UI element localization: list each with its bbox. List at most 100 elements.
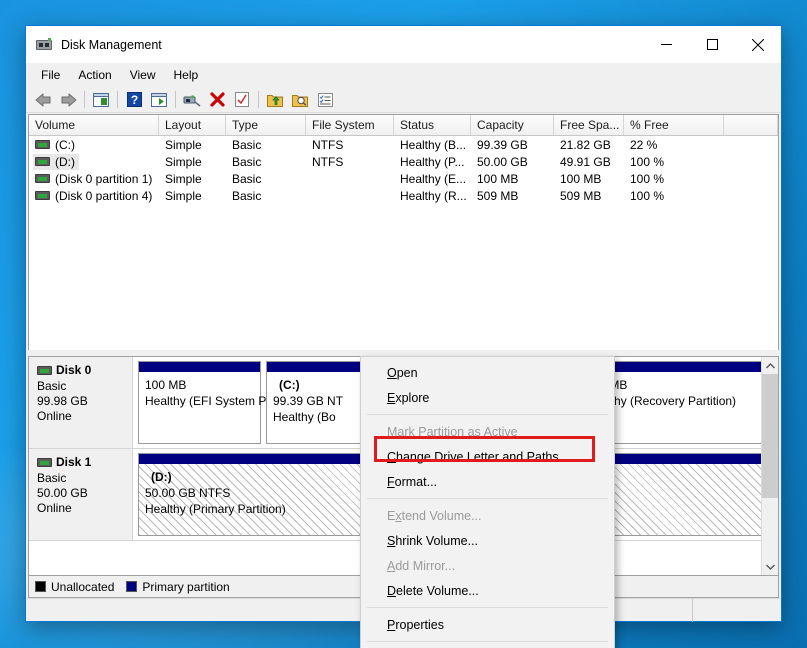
legend-label-primary-partition: Primary partition bbox=[142, 579, 230, 594]
help-icon[interactable]: ? bbox=[122, 89, 146, 111]
disk-title: Disk 1 bbox=[37, 455, 132, 469]
toolbar-separator bbox=[175, 91, 176, 108]
disk-icon bbox=[37, 365, 52, 375]
menu-item-explore[interactable]: Explore bbox=[361, 385, 614, 410]
column-header-filler[interactable] bbox=[724, 115, 778, 135]
disk-type: Basic bbox=[37, 379, 67, 393]
cell-layout: Simple bbox=[165, 154, 202, 169]
column-header-status[interactable]: Status bbox=[394, 115, 471, 135]
title-bar[interactable]: Disk Management bbox=[26, 26, 781, 63]
menu-item-add-mirror[interactable]: Add Mirror... bbox=[361, 553, 614, 578]
cell-type: Basic bbox=[232, 137, 262, 152]
properties-icon[interactable] bbox=[230, 89, 254, 111]
disk-title: Disk 0 bbox=[37, 363, 132, 377]
cell-status: Healthy (R... bbox=[400, 188, 467, 203]
legend-swatch-unallocated bbox=[35, 581, 46, 592]
legend-item-unallocated: Unallocated bbox=[35, 580, 114, 594]
volume-list[interactable]: Volume Layout Type File System Status Ca… bbox=[28, 114, 779, 350]
disk-name: Disk 0 bbox=[56, 363, 92, 377]
cell-type: Basic bbox=[232, 171, 262, 186]
cell-layout: Simple bbox=[165, 171, 202, 186]
menu-help[interactable]: Help bbox=[165, 65, 208, 85]
rescan-disks-icon[interactable] bbox=[180, 89, 204, 111]
disk-type: Basic bbox=[37, 471, 67, 485]
menu-separator bbox=[367, 641, 608, 642]
menu-item-properties[interactable]: Properties bbox=[361, 612, 614, 637]
volume-icon bbox=[35, 174, 50, 183]
menu-item-open[interactable]: Open bbox=[361, 360, 614, 385]
menu-file[interactable]: File bbox=[32, 65, 69, 85]
table-row[interactable]: (C:) Simple Basic NTFS Healthy (B... 99.… bbox=[29, 136, 778, 153]
forward-icon[interactable] bbox=[56, 89, 80, 111]
cell-free-space: 21.82 GB bbox=[560, 137, 611, 152]
menu-action[interactable]: Action bbox=[69, 65, 120, 85]
minimize-button[interactable] bbox=[643, 26, 689, 63]
column-header-volume[interactable]: Volume bbox=[29, 115, 159, 135]
volume-icon bbox=[35, 191, 50, 200]
cell-type: Basic bbox=[232, 154, 262, 169]
scrollbar-thumb[interactable] bbox=[762, 374, 778, 498]
show-hide-action-pane-icon[interactable] bbox=[147, 89, 171, 111]
column-header-percent-free[interactable]: % Free bbox=[624, 115, 724, 135]
disk-info-panel[interactable]: Disk 1 Basic 50.00 GB Online bbox=[29, 449, 133, 540]
options-icon[interactable] bbox=[313, 89, 337, 111]
back-icon[interactable] bbox=[31, 89, 55, 111]
menu-item-delete-volume[interactable]: Delete Volume... bbox=[361, 578, 614, 603]
toolbar-separator bbox=[258, 91, 259, 108]
column-header-layout[interactable]: Layout bbox=[159, 115, 226, 135]
close-button[interactable] bbox=[735, 26, 781, 63]
column-header-capacity[interactable]: Capacity bbox=[471, 115, 554, 135]
cell-capacity: 509 MB bbox=[477, 188, 519, 203]
toolbar: ? bbox=[26, 87, 781, 113]
volume-list-header: Volume Layout Type File System Status Ca… bbox=[29, 115, 778, 136]
column-header-file-system[interactable]: File System bbox=[306, 115, 394, 135]
scroll-up-icon[interactable] bbox=[762, 357, 778, 374]
menu-item-mark-partition-as-active[interactable]: Mark Partition as Active bbox=[361, 419, 614, 444]
cell-capacity: 99.39 GB bbox=[477, 137, 528, 152]
context-menu[interactable]: Open Explore Mark Partition as Active Ch… bbox=[360, 356, 615, 648]
menu-view[interactable]: View bbox=[121, 65, 165, 85]
caption-buttons bbox=[643, 26, 781, 63]
delete-icon[interactable] bbox=[205, 89, 229, 111]
cell-free-space: 49.91 GB bbox=[560, 154, 611, 169]
menu-separator bbox=[367, 607, 608, 608]
cell-volume: (C:) bbox=[55, 137, 75, 152]
menu-item-format[interactable]: Format... bbox=[361, 469, 614, 494]
status-pane-3 bbox=[693, 599, 781, 622]
cell-status: Healthy (B... bbox=[400, 137, 467, 152]
disk-name: Disk 1 bbox=[56, 455, 92, 469]
column-header-free-space[interactable]: Free Spa... bbox=[554, 115, 624, 135]
disk-size: 99.98 GB bbox=[37, 394, 88, 408]
search-icon[interactable] bbox=[288, 89, 312, 111]
menu-item-extend-volume[interactable]: Extend Volume... bbox=[361, 503, 614, 528]
disk-panel-scrollbar[interactable] bbox=[761, 357, 778, 575]
toolbar-separator bbox=[117, 91, 118, 108]
show-hide-console-tree-icon[interactable] bbox=[89, 89, 113, 111]
cell-capacity: 50.00 GB bbox=[477, 154, 528, 169]
cell-capacity: 100 MB bbox=[477, 171, 519, 186]
menu-item-change-drive-letter-and-paths[interactable]: Change Drive Letter and Paths... bbox=[361, 444, 614, 469]
legend-item-primary-partition: Primary partition bbox=[126, 579, 230, 594]
disk-drive-icon bbox=[36, 37, 52, 53]
partition-capacity-band bbox=[139, 362, 260, 372]
scroll-down-icon[interactable] bbox=[762, 558, 778, 575]
table-row[interactable]: (D:) Simple Basic NTFS Healthy (P... 50.… bbox=[29, 153, 778, 170]
column-header-type[interactable]: Type bbox=[226, 115, 306, 135]
cell-file-system: NTFS bbox=[312, 154, 344, 169]
cell-volume: (Disk 0 partition 4) bbox=[55, 188, 153, 203]
menu-item-shrink-volume[interactable]: Shrink Volume... bbox=[361, 528, 614, 553]
menu-bar: File Action View Help bbox=[26, 63, 781, 87]
disk-state: Online bbox=[37, 409, 72, 423]
disk-info-panel[interactable]: Disk 0 Basic 99.98 GB Online bbox=[29, 357, 133, 448]
table-row[interactable]: (Disk 0 partition 1) Simple Basic Health… bbox=[29, 170, 778, 187]
legend-label-unallocated: Unallocated bbox=[51, 579, 115, 594]
partition-block[interactable]: 100 MB Healthy (EFI System P bbox=[138, 361, 266, 444]
menu-separator bbox=[367, 498, 608, 499]
disk-size: 50.00 GB bbox=[37, 486, 88, 500]
disk-icon bbox=[37, 457, 52, 467]
toolbar-separator bbox=[84, 91, 85, 108]
menu-separator bbox=[367, 414, 608, 415]
export-list-icon[interactable] bbox=[263, 89, 287, 111]
maximize-button[interactable] bbox=[689, 26, 735, 63]
table-row[interactable]: (Disk 0 partition 4) Simple Basic Health… bbox=[29, 187, 778, 204]
